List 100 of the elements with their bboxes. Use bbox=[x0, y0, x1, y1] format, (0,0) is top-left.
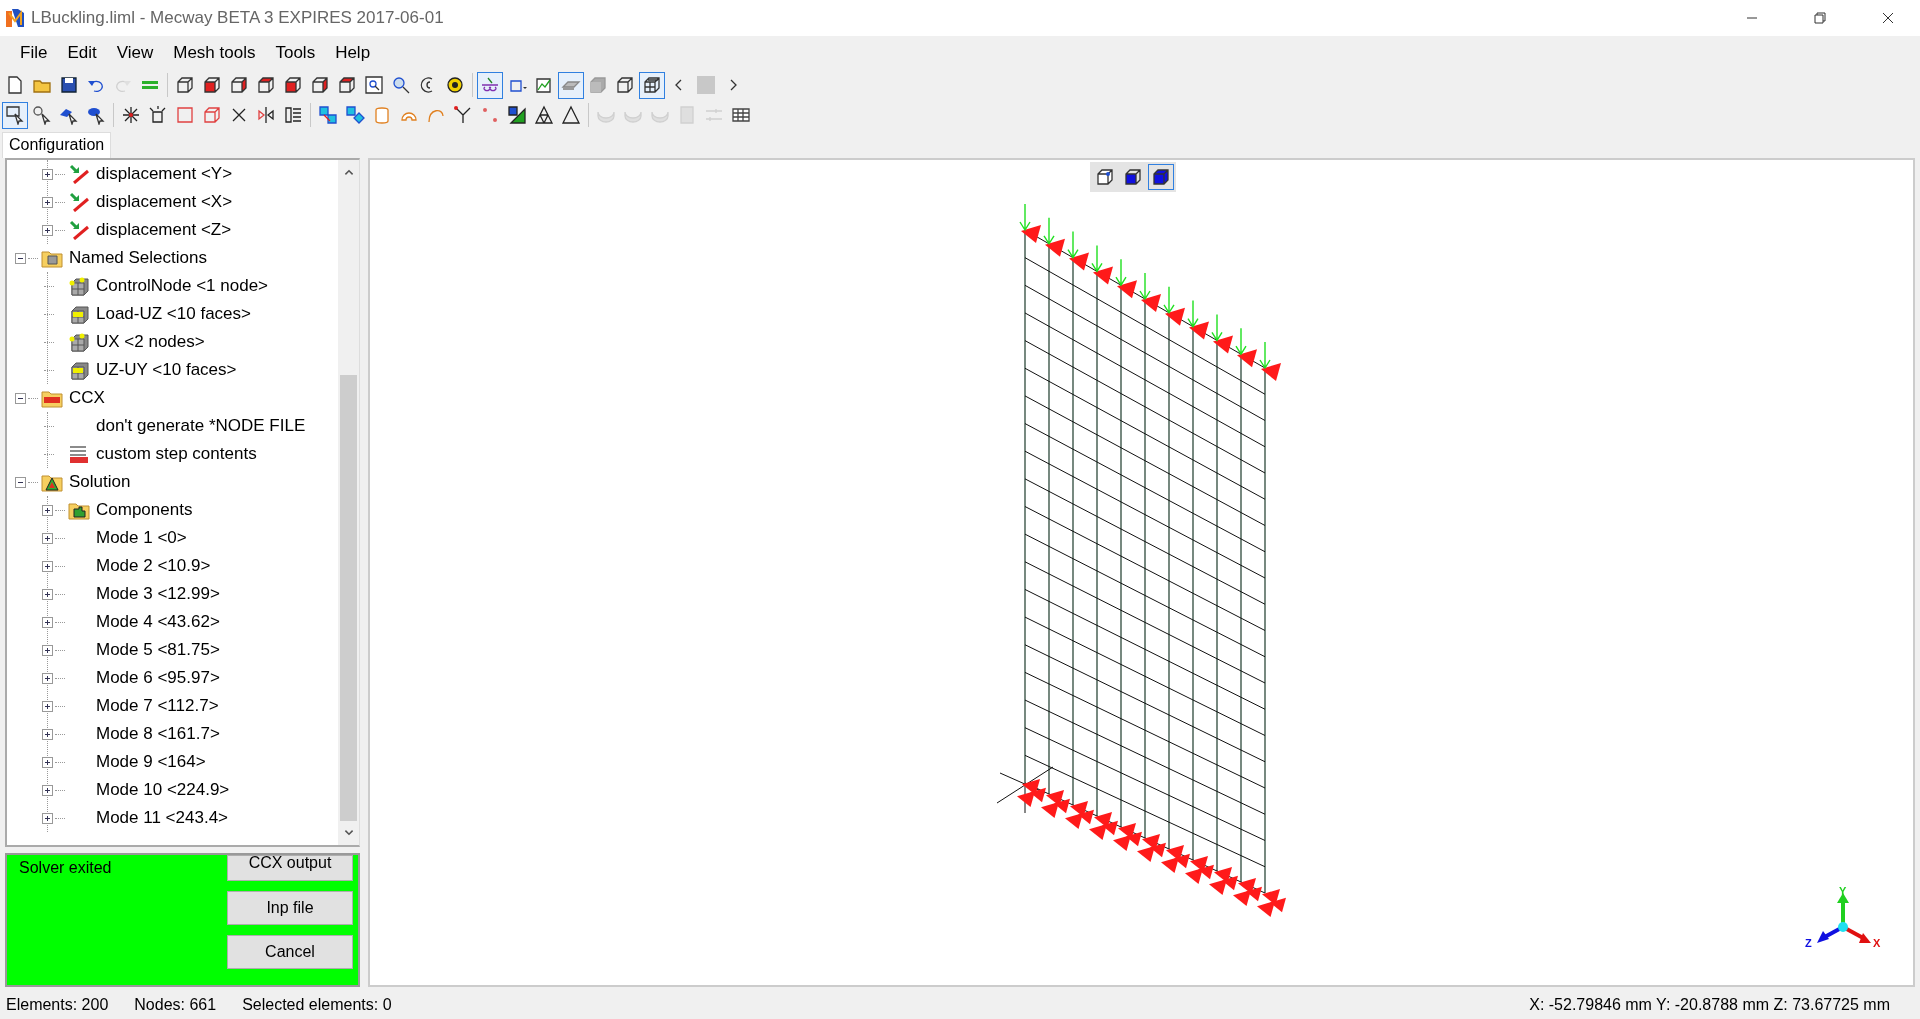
tree-item[interactable]: custom step contents bbox=[96, 444, 257, 464]
view-mode-button[interactable] bbox=[1148, 164, 1174, 190]
solver-status: Solver exited bbox=[18, 858, 112, 878]
squares-icon bbox=[318, 105, 338, 125]
collapse-icon[interactable] bbox=[15, 252, 26, 264]
columns-icon bbox=[283, 105, 303, 125]
cube-icon bbox=[1095, 167, 1115, 187]
expand-icon[interactable] bbox=[42, 700, 53, 712]
axis-triad-drawing bbox=[1817, 893, 1871, 943]
cube-icon bbox=[1151, 167, 1171, 187]
scrollbar[interactable] bbox=[338, 160, 359, 845]
tree-item[interactable]: Mode 9 <164> bbox=[96, 752, 206, 772]
axis-label: Y bbox=[1839, 887, 1847, 897]
selection-cube-icon bbox=[68, 304, 90, 324]
table-icon bbox=[731, 105, 751, 125]
tree-item[interactable]: Components bbox=[96, 500, 193, 520]
cube-icon bbox=[202, 75, 222, 95]
tree-item[interactable]: UX <2 nodes> bbox=[96, 332, 205, 352]
tree-item[interactable]: UZ-UY <10 faces> bbox=[96, 360, 237, 380]
squares-icon bbox=[345, 105, 365, 125]
restore-icon[interactable] bbox=[1814, 12, 1826, 24]
solver-button[interactable]: Cancel bbox=[227, 935, 353, 969]
tree-item[interactable]: Mode 1 <0> bbox=[96, 528, 187, 548]
selected-count: Selected elements: 0 bbox=[242, 996, 392, 1014]
menu-item[interactable]: File bbox=[10, 43, 58, 63]
cursor-coordinates: X: -52.79846 mm Y: -20.8788 mm Z: 73.67725 mm bbox=[1529, 996, 1890, 1014]
tree-item[interactable]: Mode 5 <81.75> bbox=[96, 640, 220, 660]
expand-icon[interactable] bbox=[42, 532, 53, 544]
graph-icon bbox=[534, 75, 554, 95]
tree-item[interactable]: displacement <Y> bbox=[96, 164, 233, 184]
tree-item[interactable]: Load-UZ <10 faces> bbox=[96, 304, 251, 324]
expand-icon[interactable] bbox=[42, 616, 53, 628]
folder-icon bbox=[41, 472, 63, 492]
scroll-thumb[interactable] bbox=[340, 375, 357, 821]
tree-item[interactable]: displacement <X> bbox=[96, 192, 233, 212]
axis-label: X bbox=[1873, 937, 1881, 949]
triangle-mesh-icon bbox=[534, 105, 554, 125]
close-icon[interactable] bbox=[1882, 12, 1894, 24]
tree-item[interactable]: Mode 11 <243.4> bbox=[96, 808, 228, 828]
folder-icon bbox=[68, 500, 90, 520]
expand-icon[interactable] bbox=[42, 812, 53, 824]
mesh-cube-button[interactable] bbox=[639, 71, 665, 99]
expand-icon[interactable] bbox=[42, 756, 53, 768]
menu-item[interactable]: Tools bbox=[265, 43, 326, 63]
tree-item[interactable]: Solution bbox=[69, 472, 131, 492]
step-lines-icon bbox=[68, 444, 90, 464]
triangle-arrow-icon bbox=[507, 105, 527, 125]
node-burst-icon bbox=[121, 105, 141, 125]
box-select-button[interactable] bbox=[2, 101, 28, 129]
tree-item[interactable]: Mode 4 <43.62> bbox=[96, 612, 220, 632]
cube-outline-icon bbox=[202, 105, 222, 125]
tree-item[interactable]: displacement <Z> bbox=[96, 220, 232, 240]
tree-item[interactable]: Mode 10 <224.9> bbox=[96, 780, 230, 800]
expand-icon[interactable] bbox=[42, 196, 53, 208]
tree-item[interactable]: Mode 6 <95.97> bbox=[96, 668, 220, 688]
collapse-icon[interactable] bbox=[15, 392, 26, 404]
tree-item[interactable]: Mode 3 <12.99> bbox=[96, 584, 220, 604]
menu-item[interactable]: Help bbox=[325, 43, 381, 63]
tab[interactable]: Configuration bbox=[2, 132, 112, 158]
folder-icon bbox=[41, 388, 63, 408]
box-select-icon bbox=[5, 105, 25, 125]
axis-label: Z bbox=[1805, 937, 1812, 949]
tree-item[interactable]: Mode 2 <10.9> bbox=[96, 556, 211, 576]
menu-item[interactable]: Edit bbox=[57, 43, 107, 63]
cube-icon bbox=[283, 75, 303, 95]
expand-icon[interactable] bbox=[42, 588, 53, 600]
film-icon bbox=[677, 105, 697, 125]
tree-item[interactable]: Mode 8 <161.7> bbox=[96, 724, 220, 744]
expand-icon[interactable] bbox=[42, 784, 53, 796]
expand-icon[interactable] bbox=[42, 224, 53, 236]
window-title: LBuckling.liml - Mecway BETA 3 EXPIRES 2017-06-01 bbox=[31, 8, 444, 28]
3d-viewport[interactable]: Y Z X bbox=[368, 158, 1915, 987]
expand-icon[interactable] bbox=[42, 672, 53, 684]
tree-item[interactable]: don't generate *NODE FILE bbox=[96, 416, 306, 436]
tree-item[interactable]: Mode 7 <112.7> bbox=[96, 696, 219, 716]
wireframe-cube-icon bbox=[175, 75, 195, 95]
cube-icon bbox=[1123, 167, 1143, 187]
tree-item[interactable]: Named Selections bbox=[69, 248, 207, 268]
expand-icon[interactable] bbox=[42, 728, 53, 740]
fork-icon bbox=[453, 105, 473, 125]
collapse-icon[interactable] bbox=[15, 476, 26, 488]
menu-item[interactable]: View bbox=[106, 43, 164, 63]
expand-icon[interactable] bbox=[42, 504, 53, 516]
solver-button[interactable]: Inp file bbox=[227, 891, 353, 925]
blank-tool-icon bbox=[696, 75, 716, 95]
expand-icon[interactable] bbox=[42, 168, 53, 180]
menu-item[interactable]: Mesh tools bbox=[163, 43, 266, 63]
expand-icon[interactable] bbox=[42, 560, 53, 572]
solid-box-icon bbox=[588, 75, 608, 95]
displacement-icon bbox=[68, 192, 90, 212]
displacement-icon bbox=[68, 164, 90, 184]
dots-icon bbox=[480, 105, 500, 125]
tree-item[interactable]: ControlNode <1 node> bbox=[96, 276, 269, 296]
expand-icon[interactable] bbox=[42, 644, 53, 656]
selection-cube-icon bbox=[68, 332, 90, 352]
selection-cube-icon bbox=[68, 276, 90, 296]
tree-item[interactable]: CCX bbox=[69, 388, 105, 408]
cube-icon bbox=[310, 75, 330, 95]
displacement-icon bbox=[68, 220, 90, 240]
solver-button[interactable]: CCX output bbox=[227, 855, 353, 881]
